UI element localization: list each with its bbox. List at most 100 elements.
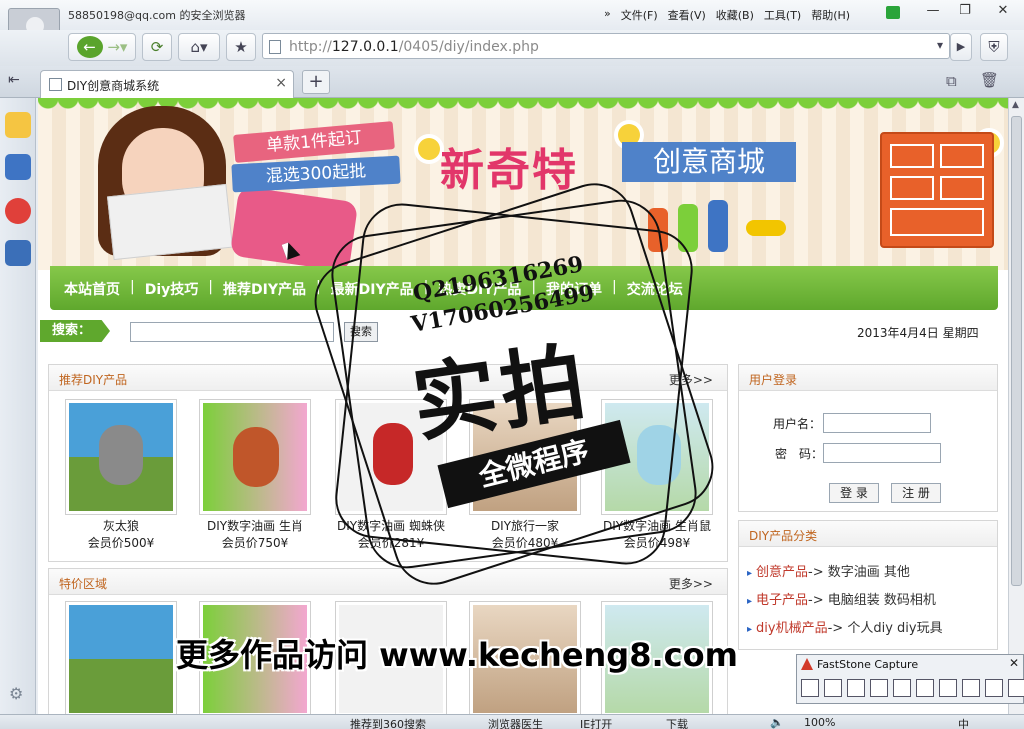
- sidebar-toggle-icon[interactable]: ⇤: [8, 72, 20, 88]
- status-bar: 推荐到360搜索 浏览器医生 IE打开 下载 🔈 100% 中: [0, 714, 1024, 729]
- product-price: 会员价500¥: [87, 536, 155, 550]
- product-image[interactable]: [69, 403, 173, 511]
- current-date: 2013年4月4日 星期四: [857, 326, 979, 340]
- category-name[interactable]: 创意产品: [756, 565, 808, 580]
- scrollbar-thumb[interactable]: [1011, 116, 1022, 586]
- page-favicon-icon: [49, 78, 62, 91]
- username-input[interactable]: [823, 413, 931, 433]
- special-more-link[interactable]: 更多>>: [669, 575, 713, 592]
- category-title: DIY产品分类: [749, 529, 818, 543]
- favorites-icon[interactable]: [5, 112, 31, 138]
- status-open-ie[interactable]: IE打开: [580, 716, 612, 729]
- status-browser-doctor[interactable]: 浏览器医生: [488, 716, 543, 729]
- minimize-button[interactable]: —: [920, 3, 946, 21]
- subcategory-links[interactable]: 数字油画 其他: [828, 565, 910, 580]
- password-label: 密 码：: [775, 447, 824, 461]
- url-text[interactable]: http://127.0.0.1/0405/diy/index.php: [289, 39, 539, 55]
- ime-indicator[interactable]: 中: [958, 716, 969, 729]
- new-tab-button[interactable]: +: [302, 70, 330, 94]
- nav-home[interactable]: 本站首页: [64, 279, 120, 299]
- status-zoom[interactable]: 100%: [804, 716, 835, 729]
- faststone-tools: [801, 679, 1024, 697]
- category-name[interactable]: diy机械产品: [756, 621, 828, 636]
- address-dropdown-icon[interactable]: ▾: [937, 38, 943, 52]
- status-recommend-360[interactable]: 推荐到360搜索: [350, 716, 426, 729]
- star-icon[interactable]: ★: [226, 33, 256, 61]
- vertical-scrollbar[interactable]: ▲: [1008, 98, 1024, 714]
- restore-tabs-icon[interactable]: ⧉: [946, 72, 957, 90]
- nav-diy-tips[interactable]: Diy技巧: [145, 279, 199, 299]
- category-panel: DIY产品分类 ▸ 创意产品-> 数字油画 其他 ▸ 电子产品-> 电脑组装 数码相…: [738, 520, 998, 650]
- product-card[interactable]: [65, 601, 177, 714]
- product-name[interactable]: 灰太狼: [65, 517, 177, 534]
- menu-item-file[interactable]: 文件(F): [621, 7, 658, 23]
- watermark-url: 更多作品访问 www.kecheng8.com: [176, 636, 738, 674]
- promo-badge-wholesale: 混选300起批: [231, 155, 401, 193]
- mobile-icon[interactable]: [5, 240, 31, 266]
- capture-fullscreen-icon[interactable]: [893, 679, 911, 697]
- maximize-button[interactable]: ❐: [952, 3, 978, 21]
- go-button[interactable]: ▶: [950, 33, 972, 61]
- capture-scrolling-icon[interactable]: [916, 679, 934, 697]
- product-card[interactable]: 灰太狼 会员价500¥: [65, 399, 177, 551]
- close-window-button[interactable]: ✕: [990, 3, 1016, 21]
- menu-item-favorites[interactable]: 收藏(B): [716, 7, 754, 23]
- title-bar: 58850198@qq.com 的安全浏览器 » 文件(F) 查看(V) 收藏(…: [0, 0, 1024, 60]
- menu-item-tools[interactable]: 工具(T): [764, 7, 801, 23]
- capture-window-icon[interactable]: [801, 679, 819, 697]
- refresh-icon[interactable]: ⟳: [142, 33, 172, 61]
- capture-fixed-region-icon[interactable]: [939, 679, 957, 697]
- menu-bar: » 文件(F) 查看(V) 收藏(B) 工具(T) 帮助(H): [604, 7, 850, 23]
- product-image[interactable]: [203, 403, 307, 511]
- login-button[interactable]: 登 录: [829, 483, 879, 503]
- dresser-image: [880, 132, 994, 248]
- skin-icon[interactable]: [886, 6, 900, 19]
- tab-diy-shop[interactable]: DIY创意商城系统 ×: [40, 70, 294, 98]
- settings-gear-icon[interactable]: ⚙: [9, 684, 23, 703]
- password-input[interactable]: [823, 443, 941, 463]
- search-input[interactable]: [130, 322, 334, 342]
- search-label: 搜索：: [40, 320, 110, 342]
- forward-icon[interactable]: →▾: [107, 38, 127, 56]
- brand-slogan: 新奇特: [440, 145, 578, 196]
- volume-icon[interactable]: 🔈: [770, 716, 784, 729]
- capture-color-picker-icon[interactable]: [962, 679, 980, 697]
- status-download[interactable]: 下载: [666, 716, 688, 729]
- capture-freehand-icon[interactable]: [870, 679, 888, 697]
- menu-item-expand[interactable]: »: [604, 7, 611, 23]
- subcategory-links[interactable]: 个人diy diy玩具: [847, 621, 942, 636]
- product-name[interactable]: DIY数字油画 生肖: [199, 517, 311, 534]
- menu-item-view[interactable]: 查看(V): [668, 7, 706, 23]
- watermark-stamp: Q2196316269 V17060256499 实拍 全微程序: [304, 172, 724, 596]
- address-bar[interactable]: http://127.0.0.1/0405/diy/index.php ▾: [262, 33, 950, 59]
- trash-icon[interactable]: 🗑: [980, 71, 999, 89]
- subcategory-links[interactable]: 电脑组装 数码相机: [828, 593, 936, 608]
- username-label: 用户名：: [773, 417, 822, 431]
- category-name[interactable]: 电子产品: [756, 593, 808, 608]
- faststone-capture-toolbar: FastStone Capture ✕: [796, 654, 1024, 704]
- capture-object-icon[interactable]: [824, 679, 842, 697]
- capture-palette-icon[interactable]: [985, 679, 1003, 697]
- shield-icon[interactable]: ⛨: [980, 33, 1008, 61]
- weibo-icon[interactable]: [5, 198, 31, 224]
- faststone-title: FastStone Capture: [817, 658, 919, 671]
- capture-settings-icon[interactable]: [1008, 679, 1024, 697]
- register-button[interactable]: 注 册: [891, 483, 941, 503]
- login-panel: 用户登录 用户名： 密 码： 登 录 注 册: [738, 364, 998, 512]
- news-icon[interactable]: [5, 154, 31, 180]
- product-card[interactable]: DIY数字油画 生肖 会员价750¥: [199, 399, 311, 551]
- category-row: ▸ diy机械产品-> 个人diy diy玩具: [747, 621, 943, 636]
- brand-title: 创意商城: [622, 142, 796, 182]
- account-label: 58850198@qq.com 的安全浏览器: [68, 9, 246, 22]
- back-icon[interactable]: ←: [76, 36, 103, 58]
- close-tab-icon[interactable]: ×: [275, 75, 287, 91]
- home-icon[interactable]: ⌂▾: [178, 33, 220, 61]
- tab-title: DIY创意商城系统: [67, 79, 160, 93]
- scroll-up-icon[interactable]: ▲: [1012, 100, 1019, 110]
- product-image[interactable]: [69, 605, 173, 713]
- capture-rectangle-icon[interactable]: [847, 679, 865, 697]
- faststone-close-icon[interactable]: ✕: [1009, 656, 1019, 670]
- menu-item-help[interactable]: 帮助(H): [811, 7, 850, 23]
- login-title: 用户登录: [749, 373, 798, 387]
- nav-recommended[interactable]: 推荐DIY产品: [223, 279, 306, 299]
